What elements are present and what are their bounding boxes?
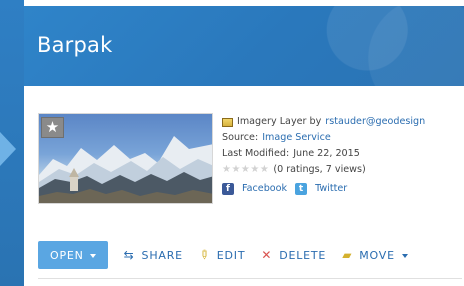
edit-label: EDIT: [216, 248, 246, 262]
social-row: f Facebook t Twitter: [222, 181, 462, 197]
facebook-icon[interactable]: f: [222, 183, 234, 195]
chevron-down-icon: [401, 253, 408, 258]
app-root: Barpak ★ Imagery Layer by rstauder@geode…: [0, 0, 464, 286]
twitter-link[interactable]: Twitter: [315, 181, 347, 197]
facebook-link[interactable]: Facebook: [242, 181, 287, 197]
imagery-layer-icon: [222, 117, 233, 127]
pencil-icon: ✎: [195, 246, 214, 264]
item-card: Barpak ★ Imagery Layer by rstauder@geode…: [24, 0, 464, 286]
owner-link[interactable]: rstauder@geodesign: [325, 114, 425, 130]
modified-row: Last Modified: June 22, 2015: [222, 146, 462, 162]
folder-icon: ▰: [342, 248, 353, 262]
open-label: OPEN: [50, 248, 84, 262]
chevron-down-icon: [89, 253, 96, 258]
action-bar: OPEN ⇆ SHARE ✎ EDIT ✕ DELETE ▰ MOVE: [38, 239, 462, 271]
delete-label: DELETE: [279, 248, 327, 262]
item-details: Imagery Layer by rstauder@geodesign Sour…: [222, 114, 462, 197]
delete-button[interactable]: ✕ DELETE: [261, 241, 326, 269]
header-banner: Barpak: [24, 0, 464, 86]
thumbnail-scene: [39, 136, 212, 203]
page-title: Barpak: [37, 33, 113, 57]
move-label: MOVE: [359, 248, 395, 262]
modified-label: Last Modified:: [222, 148, 290, 159]
share-label: SHARE: [141, 248, 183, 262]
modified-date: June 22, 2015: [293, 148, 360, 159]
share-button[interactable]: ⇆ SHARE: [124, 241, 183, 269]
close-icon: ✕: [261, 248, 273, 262]
favorite-icon[interactable]: ★: [41, 117, 64, 138]
rating-text: (0 ratings, 7 views): [273, 164, 366, 175]
item-type-row: Imagery Layer by rstauder@geodesign: [222, 114, 462, 130]
share-icon: ⇆: [123, 248, 135, 262]
left-arrow-indicator: [0, 132, 16, 166]
twitter-icon[interactable]: t: [295, 183, 308, 195]
source-row: Source: Image Service: [222, 130, 462, 146]
open-button[interactable]: OPEN: [38, 241, 108, 269]
item-type-prefix: Imagery Layer by: [237, 116, 322, 127]
divider: [38, 278, 462, 279]
rating-row: ★★★★★ (0 ratings, 7 views): [222, 162, 462, 178]
source-link[interactable]: Image Service: [262, 130, 331, 146]
edit-button[interactable]: ✎ EDIT: [195, 241, 246, 269]
rating-stars-icon[interactable]: ★★★★★: [222, 162, 269, 178]
source-label: Source:: [222, 132, 259, 143]
item-thumbnail[interactable]: ★: [38, 113, 213, 204]
move-button[interactable]: ▰ MOVE: [342, 241, 408, 269]
stupa-body: [70, 177, 78, 191]
